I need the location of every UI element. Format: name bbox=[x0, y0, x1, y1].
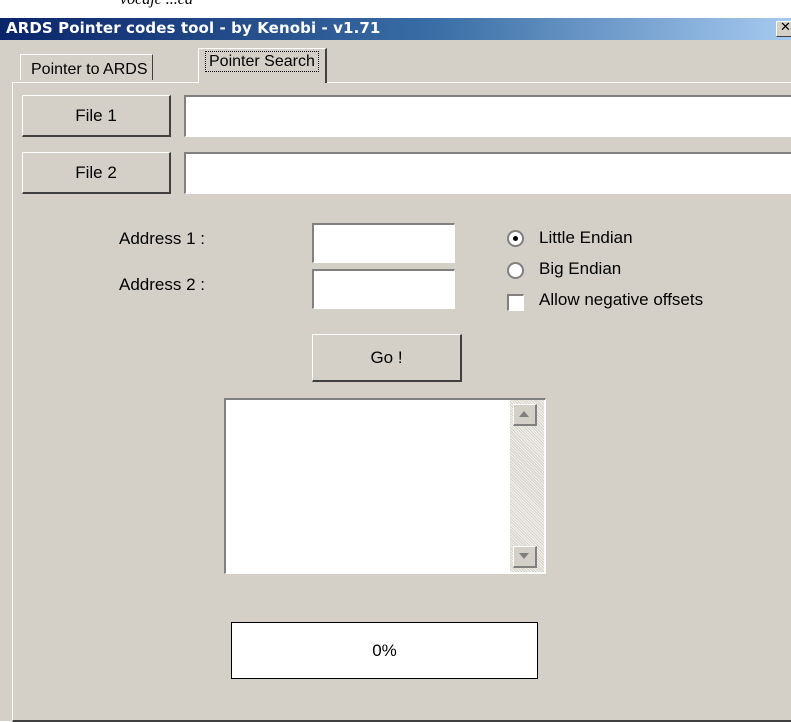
negative-offsets-checkbox[interactable] bbox=[507, 294, 524, 311]
background-window-strip: vocajc ...ca bbox=[0, 0, 791, 18]
progress-bar: 0% bbox=[231, 622, 538, 679]
background-text: vocajc ...ca bbox=[120, 0, 193, 9]
arrow-up-icon bbox=[519, 411, 529, 417]
little-endian-radio[interactable] bbox=[507, 230, 524, 247]
go-button[interactable]: Go ! bbox=[312, 334, 462, 382]
go-button-label: Go ! bbox=[370, 347, 403, 367]
progress-percent: 0% bbox=[372, 640, 397, 660]
address2-input[interactable] bbox=[312, 269, 455, 309]
app-window: ARDS Pointer codes tool - by Kenobi - v1… bbox=[0, 18, 791, 722]
address2-label: Address 2 : bbox=[119, 275, 205, 294]
file1-path-field[interactable] bbox=[184, 95, 791, 137]
file2-button[interactable]: File 2 bbox=[22, 152, 171, 194]
radio-selected-dot bbox=[513, 236, 518, 241]
negative-offsets-label[interactable]: Allow negative offsets bbox=[539, 290, 703, 310]
tab-pointer-to-ards[interactable]: Pointer to ARDS bbox=[20, 54, 153, 80]
address1-label: Address 1 : bbox=[119, 229, 205, 248]
results-listbox[interactable] bbox=[224, 398, 546, 574]
tab-label: Pointer Search bbox=[205, 51, 319, 72]
close-button[interactable]: ✕ bbox=[776, 21, 791, 37]
little-endian-label[interactable]: Little Endian bbox=[539, 228, 633, 248]
big-endian-radio[interactable] bbox=[507, 262, 524, 279]
scroll-up-button[interactable] bbox=[513, 404, 537, 426]
title-bar[interactable]: ARDS Pointer codes tool - by Kenobi - v1… bbox=[0, 18, 791, 40]
file1-button[interactable]: File 1 bbox=[22, 95, 171, 137]
results-scrollbar[interactable] bbox=[510, 400, 544, 572]
address1-input[interactable] bbox=[312, 223, 455, 263]
close-icon: ✕ bbox=[780, 21, 791, 35]
tab-pointer-search[interactable]: Pointer Search bbox=[198, 48, 327, 83]
tab-label: Pointer to ARDS bbox=[31, 61, 148, 78]
arrow-down-icon bbox=[519, 553, 529, 559]
file2-button-label: File 2 bbox=[75, 162, 117, 182]
window-title: ARDS Pointer codes tool - by Kenobi - v1… bbox=[6, 19, 381, 37]
file1-button-label: File 1 bbox=[75, 105, 117, 125]
big-endian-label[interactable]: Big Endian bbox=[539, 259, 621, 279]
file2-path-field[interactable] bbox=[184, 152, 791, 194]
scroll-down-button[interactable] bbox=[513, 546, 537, 568]
